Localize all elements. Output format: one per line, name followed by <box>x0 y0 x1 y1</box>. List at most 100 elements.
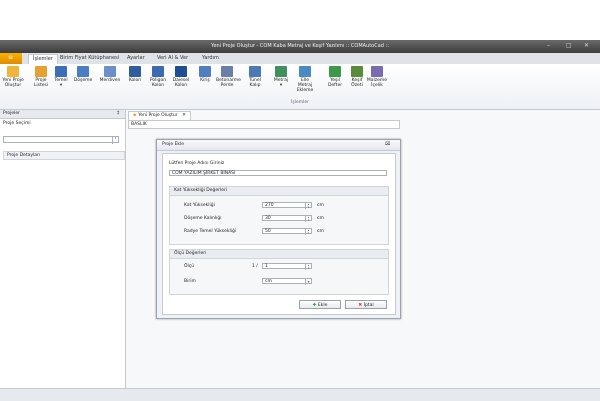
project-name-input[interactable]: COM YAZILIM ŞİRKET BİNASI <box>169 170 387 176</box>
ribbon-button-3[interactable]: Döşeme <box>72 66 94 83</box>
polygon-column-icon <box>152 66 164 77</box>
chevron-down-icon[interactable]: ▾ <box>112 137 118 144</box>
scale-group-title: Ölçü Değerleri <box>174 251 207 256</box>
project-selection-label: Proje Seçimi <box>3 121 31 126</box>
cancel-button-label: İptal <box>363 303 374 308</box>
ribbon-button-label: Kiriş <box>200 78 210 83</box>
circular-column-icon <box>175 66 187 77</box>
ribbon-button-sublabel: Özeti <box>351 83 363 88</box>
slab-thickness-label: Döşeme Kalınlığı <box>184 216 222 221</box>
mode-text: BASLIK <box>131 122 147 127</box>
scale-spinner[interactable]: ▴ ▾ <box>305 264 311 270</box>
chevron-down-icon[interactable]: ▾ <box>305 279 311 285</box>
ribbon-button-2[interactable]: Temel ▾ <box>50 66 72 88</box>
ribbon-button-sublabel: Defter <box>327 83 343 88</box>
dialog-title: Proje Ekle <box>162 142 185 147</box>
slab-thickness-value: 30 <box>265 216 271 221</box>
floor-height-group-header: Kat Yüksekliği Değerleri <box>170 187 388 196</box>
document-tab-close-icon[interactable]: ✕ <box>182 113 186 118</box>
folder-icon <box>35 66 47 77</box>
maximize-icon[interactable]: □ <box>566 42 572 49</box>
scale-label: Ölçü <box>184 264 195 269</box>
ribbon-button-sublabel: Kolon <box>151 83 165 88</box>
scale-value: 1 <box>265 264 268 269</box>
ribbon-button-6[interactable]: Poligon Kolon <box>147 66 169 88</box>
dialog-close-icon[interactable]: ⌧ <box>385 142 390 147</box>
new-project-icon <box>7 66 19 77</box>
ribbon-button-8[interactable]: Kiriş <box>194 66 216 83</box>
cancel-button[interactable]: ✖ İptal <box>345 300 387 309</box>
ribbon-button-sublabel: ▾ <box>59 83 63 88</box>
project-details-header[interactable]: Proje Detayları <box>3 151 125 160</box>
raft-height-unit: cm <box>317 229 324 234</box>
ribbon-button-12[interactable]: Elle Metraj Ekleme <box>294 66 316 93</box>
ribbon-button-label: Kolon <box>128 78 142 83</box>
ribbon-button-sublabel: Kalıp <box>249 83 261 88</box>
unit-value: cm <box>265 279 272 284</box>
floor-height-spinner[interactable]: ▴ ▾ <box>305 203 311 209</box>
tunnel-form-icon <box>249 66 261 77</box>
ribbon-button-7[interactable]: Daiesel Kolon <box>170 66 192 88</box>
ribbon-button-5[interactable]: Kolon <box>124 66 146 83</box>
title-bar: Yeni Proje Oluştur - COM Kaba Metraj ve … <box>0 40 600 53</box>
ribbon-button-sublabel: Ekleme <box>296 88 314 93</box>
scale-input[interactable]: 1 ▴ ▾ <box>262 263 312 270</box>
slab-thickness-spinner[interactable]: ▴ ▾ <box>305 216 311 222</box>
foundation-icon <box>55 66 67 77</box>
ribbon-button-sublabel: Perde <box>220 83 234 88</box>
raft-height-input[interactable]: 50 ▴ ▾ <box>262 228 312 235</box>
project-select[interactable]: ▾ <box>3 136 119 144</box>
tab-ayarlar[interactable]: Ayarlar <box>127 55 145 61</box>
project-name-prompt: Lütfen Proje Adını Giriniz <box>169 161 225 166</box>
add-button-label: Ekle <box>317 303 328 308</box>
ribbon-button-0[interactable]: Yeni Proje Oluştur <box>2 66 24 88</box>
ribbon-button-4[interactable]: Merdiven <box>99 66 121 83</box>
pin-icon[interactable]: ‡ <box>117 111 119 116</box>
tab-veri-al-ver[interactable]: Veri Al & Ver <box>157 55 188 61</box>
quantity-icon <box>275 66 287 77</box>
stairs-icon <box>104 66 116 77</box>
document-tab-icon: ◆ <box>133 113 137 118</box>
document-tab[interactable]: ◆ Yeni Proje Oluştur ✕ <box>128 111 191 120</box>
raft-height-label: Radye Temel Yüksekliği <box>184 229 237 234</box>
ribbon-button-9[interactable]: Betonarme Perde <box>216 66 241 88</box>
scale-group-header: Ölçü Değerleri <box>170 250 388 259</box>
tab-birim-fiyat[interactable]: Birim Fiyat Kütüphanesi <box>60 55 119 61</box>
project-details-label: Proje Detayları <box>7 153 41 158</box>
document-tab-label: Yeni Proje Oluştur <box>138 113 178 118</box>
window-title: Yeni Proje Oluştur - COM Kaba Metraj ve … <box>211 43 389 49</box>
raft-height-spinner[interactable]: ▴ ▾ <box>305 229 311 235</box>
floor-height-label: Kat Yüksekliği <box>184 203 215 208</box>
status-bar <box>0 388 600 401</box>
slab-thickness-input[interactable]: 30 ▴ ▾ <box>262 215 312 222</box>
floor-height-input[interactable]: 270 ▴ ▾ <box>262 202 312 209</box>
unit-select[interactable]: cm ▾ <box>262 278 312 285</box>
add-project-dialog: Proje Ekle ⌧ Lütfen Proje Adını Giriniz … <box>156 139 401 319</box>
ribbon-button-13[interactable]: Yeşil Defter <box>324 66 346 88</box>
tab-yardim[interactable]: Yardım <box>202 55 219 61</box>
ribbon-button-1[interactable]: Proje Listesi <box>30 66 52 88</box>
shear-wall-icon <box>221 66 233 77</box>
ribbon-button-label: Merdiven <box>99 78 121 83</box>
close-icon[interactable]: ✕ <box>584 42 589 49</box>
estimate-summary-icon <box>351 66 363 77</box>
ribbon-button-15[interactable]: Malzeme İçelik <box>366 66 388 88</box>
projects-pane-header: Projeler ‡ <box>0 110 125 119</box>
slab-icon <box>77 66 89 77</box>
app-menu-button[interactable]: ≡ <box>0 53 22 64</box>
ribbon-group-label: İşlemler <box>291 100 309 105</box>
add-button[interactable]: ✚ Ekle <box>299 300 341 309</box>
manual-quantity-icon <box>299 66 311 77</box>
projects-pane-title: Projeler <box>3 111 21 116</box>
ribbon-button-sublabel: Kolon <box>174 83 188 88</box>
dialog-header: Proje Ekle ⌧ <box>157 140 400 151</box>
minimize-icon[interactable]: – <box>547 42 550 49</box>
ribbon-button-10[interactable]: Tünel Kalıp <box>244 66 266 88</box>
mode-field[interactable]: BASLIK <box>128 120 400 129</box>
app-menu-icon: ≡ <box>8 54 14 61</box>
ribbon-button-11[interactable]: Metraj ▾ <box>270 66 292 88</box>
cancel-icon: ✖ <box>358 303 363 308</box>
ribbon-button-sublabel: Listesi <box>33 83 49 88</box>
ribbon-button-14[interactable]: Keşif Özeti <box>346 66 368 88</box>
ribbon: Yeni Proje Oluştur Proje Listesi Temel ▾ Döşem… <box>0 64 600 110</box>
